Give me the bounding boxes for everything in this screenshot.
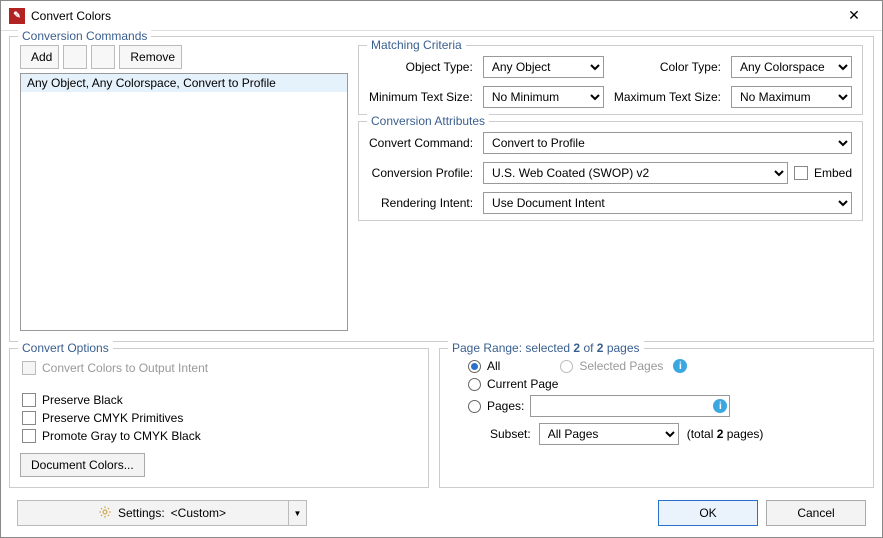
matching-criteria-group: Matching Criteria Object Type: Any Objec… xyxy=(358,45,863,115)
commands-listbox[interactable]: Any Object, Any Colorspace, Convert to P… xyxy=(20,73,348,331)
color-type-select[interactable]: Any Colorspace xyxy=(731,56,852,78)
settings-button[interactable]: Settings: <Custom> ▼ xyxy=(17,500,307,526)
add-label: Add xyxy=(31,50,52,64)
convert-command-select[interactable]: Convert to Profile xyxy=(483,132,852,154)
object-type-select[interactable]: Any Object xyxy=(483,56,604,78)
remove-button[interactable]: Remove xyxy=(119,45,182,69)
convert-to-output-intent-label: Convert Colors to Output Intent xyxy=(42,361,208,375)
settings-value: <Custom> xyxy=(171,506,226,520)
preserve-cmyk-label: Preserve CMYK Primitives xyxy=(42,411,183,425)
move-down-button[interactable] xyxy=(91,45,115,69)
list-item[interactable]: Any Object, Any Colorspace, Convert to P… xyxy=(21,74,347,92)
move-up-button[interactable] xyxy=(63,45,87,69)
window-title: Convert Colors xyxy=(31,9,834,23)
pages-input[interactable] xyxy=(530,395,730,417)
max-text-size-select[interactable]: No Maximum xyxy=(731,86,852,108)
commands-toolbar: Add xyxy=(20,45,348,69)
convert-options-group: Convert Options Convert Colors to Output… xyxy=(9,348,429,488)
current-page-label: Current Page xyxy=(487,377,558,391)
promote-gray-checkbox[interactable] xyxy=(22,429,36,443)
group-title: Conversion Commands xyxy=(18,29,151,43)
group-title: Conversion Attributes xyxy=(367,114,489,128)
all-pages-label: All xyxy=(487,359,500,373)
preserve-cmyk-checkbox[interactable] xyxy=(22,411,36,425)
all-pages-radio[interactable] xyxy=(468,360,481,373)
gear-icon xyxy=(98,505,112,522)
color-type-label: Color Type: xyxy=(614,60,721,74)
chevron-down-icon[interactable]: ▼ xyxy=(288,501,306,525)
pages-radio[interactable] xyxy=(468,400,481,413)
convert-to-output-intent-checkbox xyxy=(22,361,36,375)
app-icon: ✎ xyxy=(9,8,25,24)
page-range-group: Page Range: selected 2 of 2 pages All Se… xyxy=(439,348,874,488)
preserve-black-label: Preserve Black xyxy=(42,393,123,407)
titlebar: ✎ Convert Colors ✕ xyxy=(1,1,882,31)
subset-select[interactable]: All Pages xyxy=(539,423,679,445)
dialog-footer: Settings: <Custom> ▼ OK Cancel xyxy=(9,494,874,532)
group-title: Matching Criteria xyxy=(367,38,466,52)
conversion-profile-label: Conversion Profile: xyxy=(369,166,473,180)
conversion-commands-group: Conversion Commands Add xyxy=(9,36,874,342)
embed-checkbox[interactable] xyxy=(794,166,808,180)
selected-pages-label: Selected Pages xyxy=(579,359,663,373)
convert-command-label: Convert Command: xyxy=(369,136,473,150)
preserve-black-checkbox[interactable] xyxy=(22,393,36,407)
close-button[interactable]: ✕ xyxy=(834,7,874,24)
subset-label: Subset: xyxy=(490,427,531,441)
total-pages-label: (total 2 pages) xyxy=(687,427,764,441)
group-title: Convert Options xyxy=(18,341,113,355)
cancel-button[interactable]: Cancel xyxy=(766,500,866,526)
remove-label: Remove xyxy=(130,50,175,64)
embed-label: Embed xyxy=(814,166,852,180)
conversion-attributes-group: Conversion Attributes Convert Command: C… xyxy=(358,121,863,221)
convert-colors-dialog: ✎ Convert Colors ✕ Conversion Commands A… xyxy=(0,0,883,538)
conversion-profile-select[interactable]: U.S. Web Coated (SWOP) v2 xyxy=(483,162,788,184)
document-colors-button[interactable]: Document Colors... xyxy=(20,453,145,477)
promote-gray-label: Promote Gray to CMYK Black xyxy=(42,429,201,443)
rendering-intent-label: Rendering Intent: xyxy=(369,196,473,210)
ok-button[interactable]: OK xyxy=(658,500,758,526)
pages-label: Pages: xyxy=(487,399,524,413)
settings-label: Settings: xyxy=(118,506,165,520)
current-page-radio[interactable] xyxy=(468,378,481,391)
selected-pages-radio xyxy=(560,360,573,373)
object-type-label: Object Type: xyxy=(369,60,473,74)
rendering-intent-select[interactable]: Use Document Intent xyxy=(483,192,852,214)
add-button[interactable]: Add xyxy=(20,45,59,69)
min-text-size-select[interactable]: No Minimum xyxy=(483,86,604,108)
info-icon[interactable]: i xyxy=(673,359,687,373)
max-text-size-label: Maximum Text Size: xyxy=(614,90,721,104)
group-title: Page Range: selected 2 of 2 pages xyxy=(448,341,644,355)
min-text-size-label: Minimum Text Size: xyxy=(369,90,473,104)
